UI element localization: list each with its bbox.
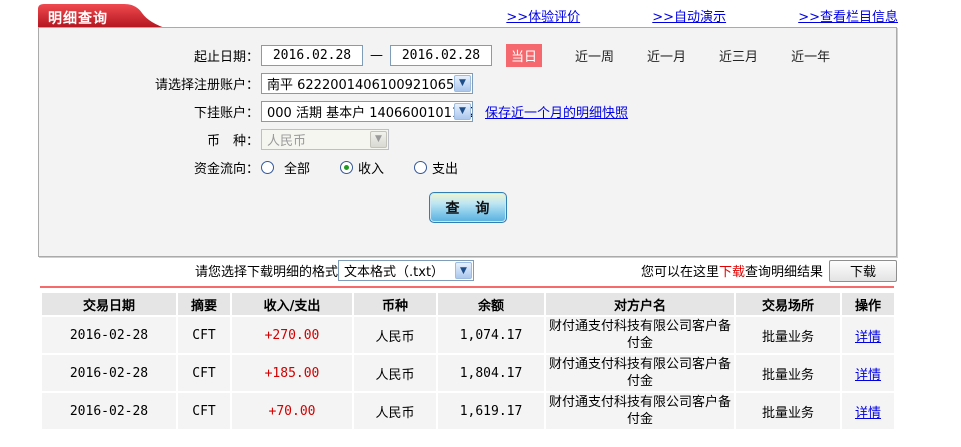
quick-range-today[interactable]: 当日 (506, 43, 543, 67)
cell-counterparty: 财付通支付科技有限公司客户备付金 (546, 317, 734, 353)
detail-link[interactable]: 详情 (855, 330, 881, 345)
cell-balance: 1,074.17 (438, 317, 544, 353)
cell-currency: 人民币 (354, 393, 436, 429)
cell-amount: +185.00 (232, 355, 352, 391)
download-row: 请您选择下载明细的格式 文本格式（.txt） ▼ 您可以在这里 下载 查询明细结… (38, 257, 897, 284)
chevron-down-icon: ▼ (370, 130, 387, 148)
registered-account-row: 请选择注册账户： 南平 6222001406100921065 灵通卡 ▼ (39, 71, 896, 95)
download-format-value: 文本格式（.txt） (344, 265, 445, 280)
radio-expense-label: 支出 (432, 161, 459, 177)
flow-direction-row: 资金流向： 全部 收入 支出 (39, 155, 896, 179)
quick-range-year[interactable]: 近一年 (791, 46, 830, 65)
download-format-select[interactable]: 文本格式（.txt） ▼ (338, 260, 475, 281)
results-section: 交易日期 摘要 收入/支出 币种 余额 对方户名 交易场所 操作 2016-02… (40, 286, 894, 431)
radio-icon (340, 160, 354, 174)
date-range-label: 起止日期： (193, 49, 259, 65)
col-header-summary: 摘要 (178, 293, 230, 315)
download-format-label: 请您选择下载明细的格式 (195, 265, 339, 280)
table-row: 2016-02-28 CFT +270.00 人民币 1,074.17 财付通支… (42, 317, 894, 353)
col-header-currency: 币种 (354, 293, 436, 315)
currency-row: 币 种： 人民币 ▼ (39, 127, 896, 151)
cell-currency: 人民币 (354, 355, 436, 391)
cell-date: 2016-02-28 (42, 317, 176, 353)
currency-select-disabled: 人民币 ▼ (261, 128, 389, 150)
query-button-row: 查 询 (39, 192, 896, 223)
sub-account-value: 000 活期 基本户 1406600101102571848 (267, 105, 472, 121)
quick-range-bar: 当日 近一周 近一月 近三月 近一年 (506, 43, 830, 67)
col-header-action: 操作 (842, 293, 894, 315)
registered-account-label: 请选择注册账户： (154, 77, 259, 93)
cell-currency: 人民币 (354, 317, 436, 353)
table-row: 2016-02-28 CFT +185.00 人民币 1,804.17 财付通支… (42, 355, 894, 391)
date-range-row: 起止日期： — 当日 近一周 近一月 近三月 近一年 (39, 43, 896, 67)
table-header-row: 交易日期 摘要 收入/支出 币种 余额 对方户名 交易场所 操作 (42, 293, 894, 315)
radio-all[interactable]: 全部 (261, 158, 310, 177)
chevron-down-icon[interactable]: ▼ (454, 102, 471, 120)
radio-icon (414, 160, 428, 174)
date-range-separator: — (370, 47, 383, 63)
chevron-down-icon[interactable]: ▼ (455, 262, 473, 279)
col-header-date: 交易日期 (42, 293, 176, 315)
download-hint-group: 您可以在这里 下载 查询明细结果 下载 (640, 259, 897, 282)
cell-balance: 1,619.17 (438, 393, 544, 429)
cell-date: 2016-02-28 (42, 355, 176, 391)
transactions-table: 交易日期 摘要 收入/支出 币种 余额 对方户名 交易场所 操作 2016-02… (40, 291, 896, 431)
cell-summary: CFT (178, 317, 230, 353)
query-button[interactable]: 查 询 (428, 192, 507, 223)
chevron-down-icon[interactable]: ▼ (454, 74, 471, 92)
sub-account-select[interactable]: 000 活期 基本户 1406600101102571848 ▼ (261, 100, 473, 122)
link-auto-demo[interactable]: >>自动演示 (652, 10, 726, 25)
radio-icon (261, 160, 274, 174)
download-hint-red: 下载 (718, 265, 745, 280)
cell-counterparty: 财付通支付科技有限公司客户备付金 (546, 355, 734, 391)
link-experience-rating[interactable]: >>体验评价 (506, 10, 580, 25)
cell-venue: 批量业务 (736, 355, 840, 391)
end-date-input[interactable] (390, 44, 492, 66)
registered-account-value: 南平 6222001406100921065 灵通卡 (267, 77, 472, 93)
flow-direction-label: 资金流向： (193, 161, 259, 177)
query-form-panel: 起止日期： — 当日 近一周 近一月 近三月 近一年 请选择注册账户： 南平 6… (38, 27, 897, 257)
top-links: >>体验评价 >>自动演示 >>查看栏目信息 (0, 6, 898, 25)
radio-income-label: 收入 (358, 161, 385, 177)
col-header-balance: 余额 (438, 293, 544, 315)
sub-account-label: 下挂账户： (193, 105, 259, 121)
registered-account-select[interactable]: 南平 6222001406100921065 灵通卡 ▼ (261, 72, 473, 94)
currency-label: 币 种： (206, 133, 259, 149)
cell-venue: 批量业务 (736, 393, 840, 429)
cell-balance: 1,804.17 (438, 355, 544, 391)
radio-all-label: 全部 (284, 161, 311, 177)
download-hint-prefix: 您可以在这里 (640, 265, 719, 280)
link-view-column-info[interactable]: >>查看栏目信息 (798, 10, 898, 25)
radio-expense[interactable]: 支出 (414, 158, 458, 177)
col-header-counterparty: 对方户名 (546, 293, 734, 315)
quick-range-quarter[interactable]: 近三月 (719, 46, 758, 65)
col-header-venue: 交易场所 (736, 293, 840, 315)
cell-summary: CFT (178, 393, 230, 429)
top-bar: 明细查询 >>体验评价 >>自动演示 >>查看栏目信息 (0, 0, 961, 29)
currency-value: 人民币 (267, 133, 307, 149)
sub-account-row: 下挂账户： 000 活期 基本户 1406600101102571848 ▼ 保… (39, 99, 896, 123)
download-hint-suffix: 查询明细结果 (744, 265, 823, 280)
cell-amount: +270.00 (232, 317, 352, 353)
cell-amount: +70.00 (232, 393, 352, 429)
cell-venue: 批量业务 (736, 317, 840, 353)
col-header-amount: 收入/支出 (232, 293, 352, 315)
flow-radio-group: 全部 收入 支出 (261, 158, 488, 177)
table-accent-line (40, 286, 894, 288)
cell-summary: CFT (178, 355, 230, 391)
radio-income[interactable]: 收入 (340, 158, 384, 177)
table-row: 2016-02-28 CFT +70.00 人民币 1,619.17 财付通支付… (42, 393, 894, 429)
detail-link[interactable]: 详情 (855, 406, 881, 421)
cell-counterparty: 财付通支付科技有限公司客户备付金 (546, 393, 734, 429)
quick-range-week[interactable]: 近一周 (575, 46, 614, 65)
cell-date: 2016-02-28 (42, 393, 176, 429)
download-button[interactable]: 下载 (829, 259, 897, 282)
save-snapshot-link[interactable]: 保存近一个月的明细快照 (485, 102, 628, 121)
start-date-input[interactable] (261, 44, 363, 66)
detail-link[interactable]: 详情 (855, 368, 881, 383)
quick-range-month[interactable]: 近一月 (647, 46, 686, 65)
